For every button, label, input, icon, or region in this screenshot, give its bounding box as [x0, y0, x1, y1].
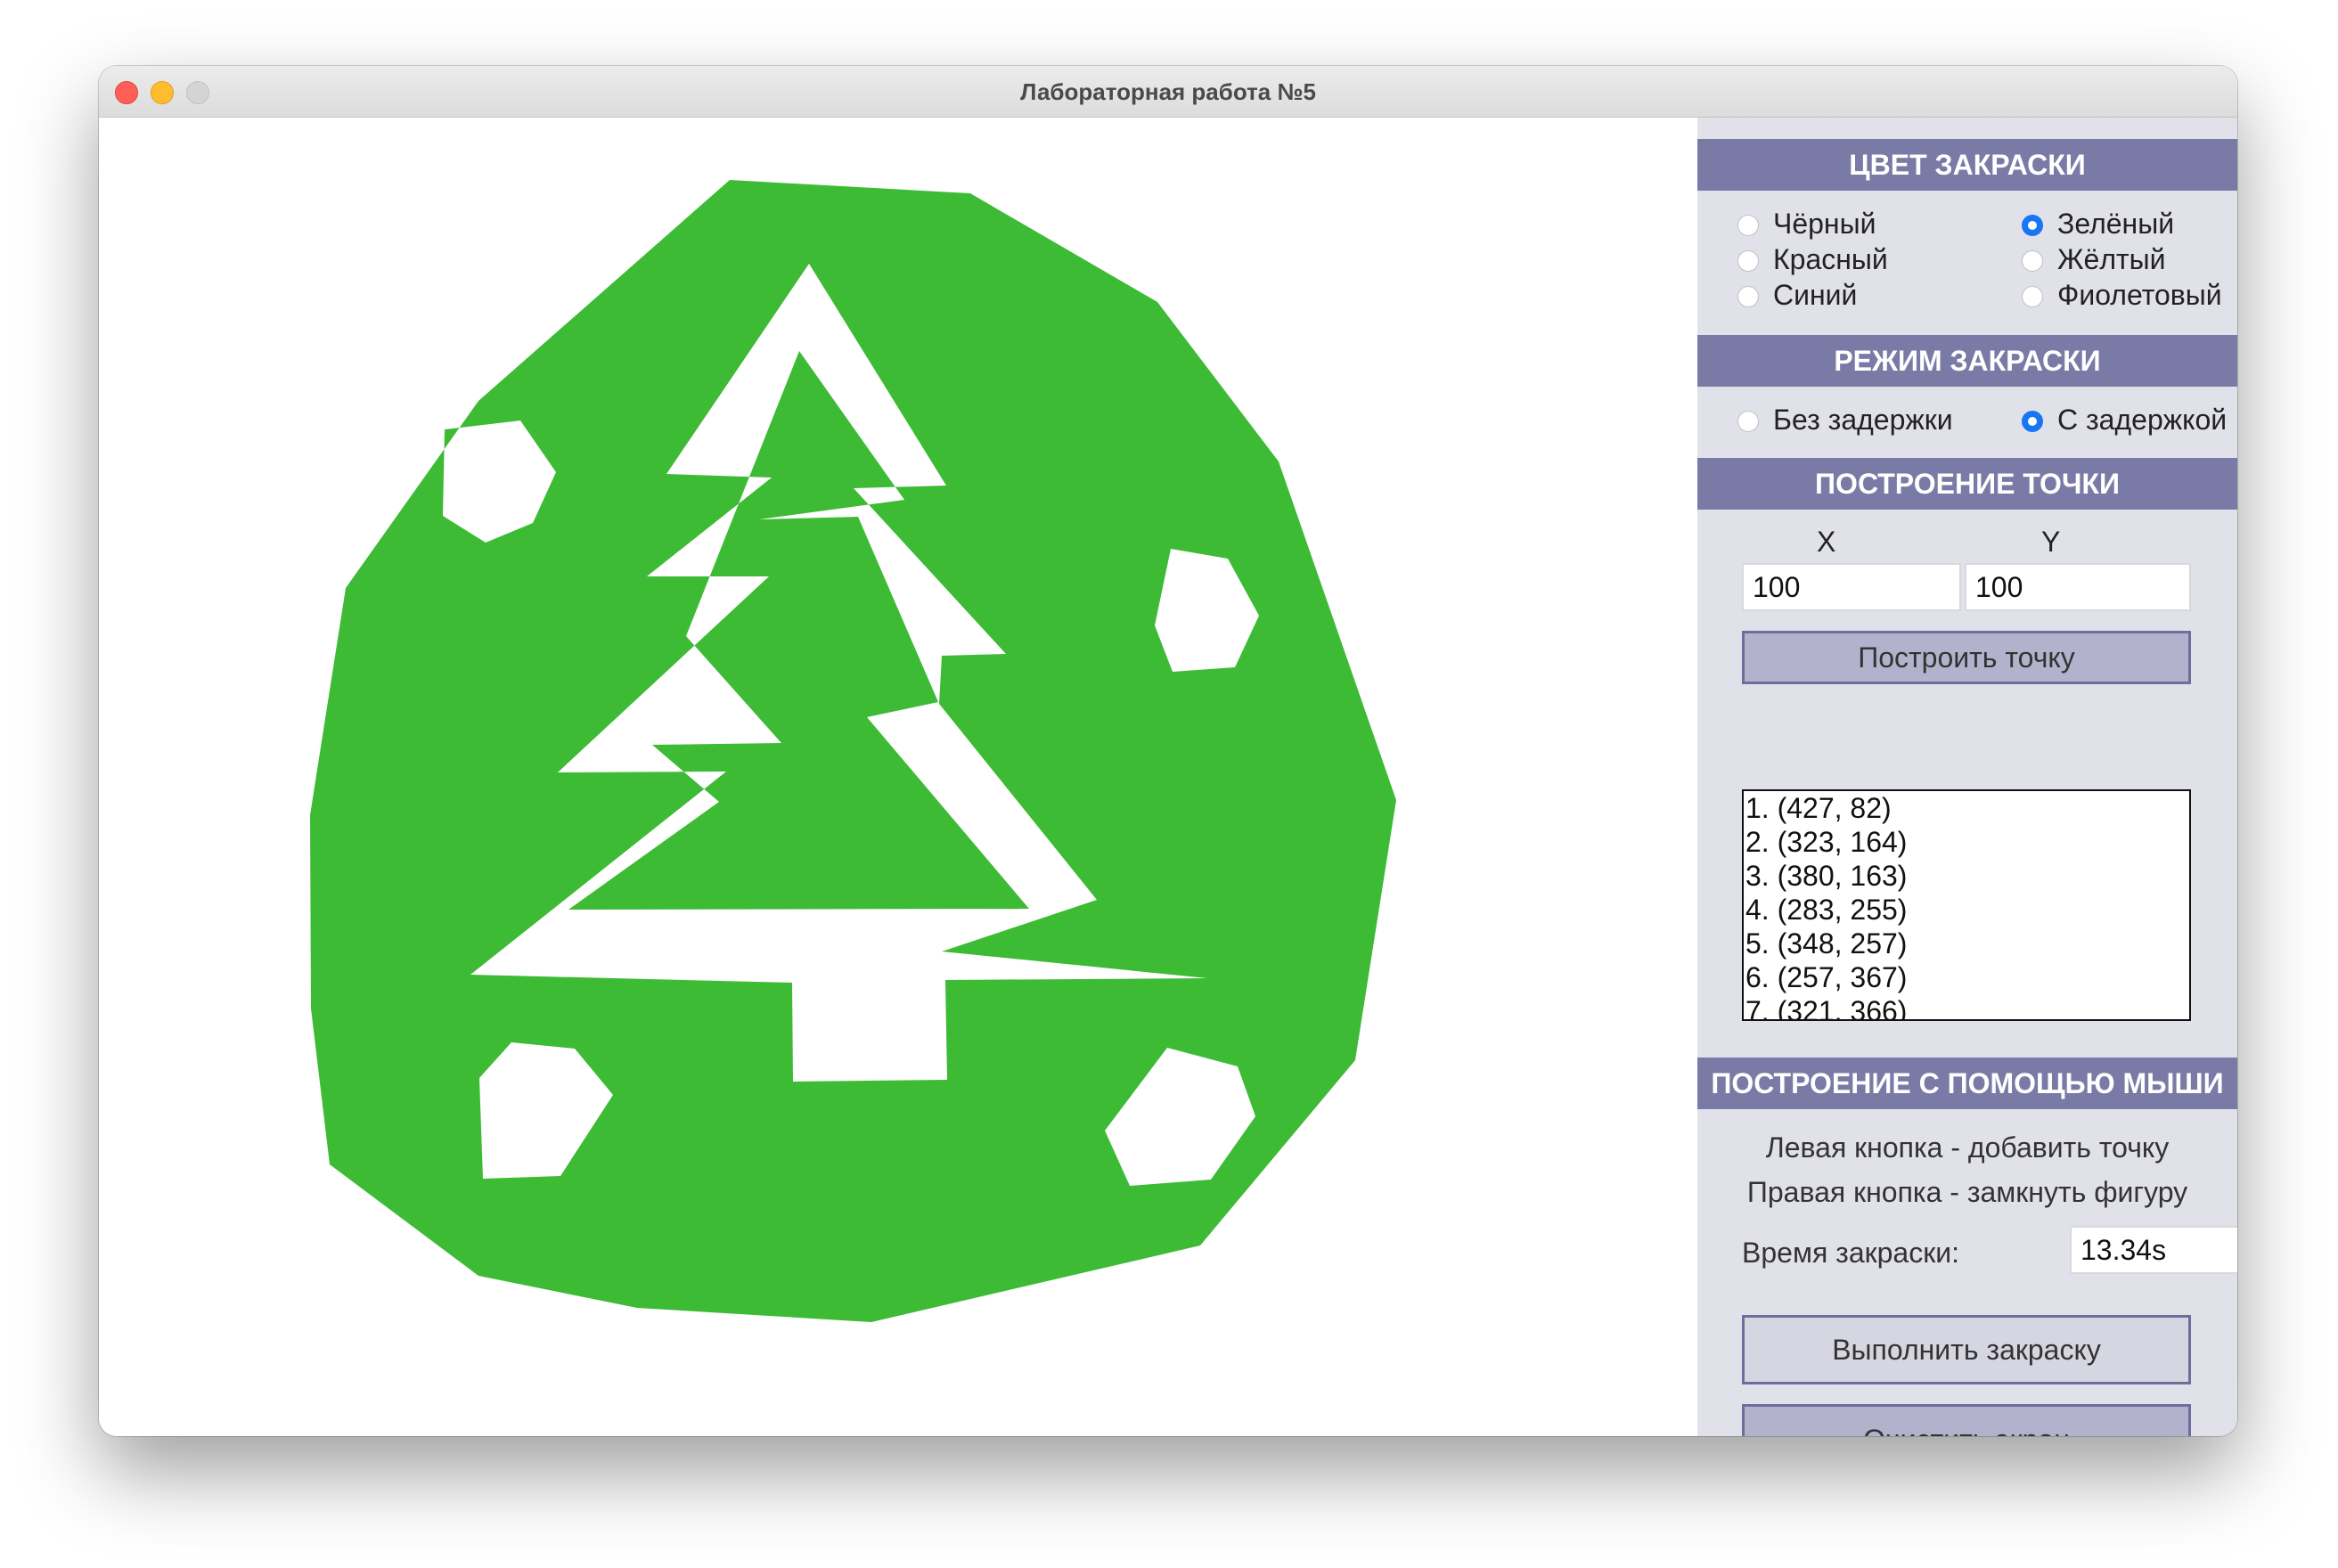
build-point-button[interactable]: Построить точку — [1742, 631, 2191, 684]
fill-color-header: ЦВЕТ ЗАКРАСКИ — [1697, 139, 2237, 191]
x-label: X — [1817, 526, 1836, 558]
point-build-header: ПОСТРОЕНИЕ ТОЧКИ — [1697, 458, 2237, 510]
list-item[interactable]: 6. (257, 367) — [1745, 960, 2189, 994]
radio-button[interactable] — [2022, 411, 2043, 432]
radio-button[interactable] — [2022, 215, 2043, 236]
list-item[interactable]: 5. (348, 257) — [1745, 927, 2189, 960]
title-bar: Лабораторная работа №5 — [99, 66, 2237, 118]
window-title: Лабораторная работа №5 — [1020, 78, 1316, 105]
run-fill-button[interactable]: Выполнить закраску — [1742, 1315, 2191, 1384]
points-list[interactable]: 1. (427, 82) 2. (323, 164) 3. (380, 163)… — [1742, 789, 2191, 1021]
y-input[interactable]: 100 — [1965, 563, 2191, 611]
radio-button[interactable] — [2022, 250, 2043, 272]
filled-figure — [310, 180, 1396, 1322]
clear-screen-button[interactable]: Очистить экран — [1742, 1404, 2191, 1436]
radio-label: Синий — [1773, 279, 1858, 311]
list-item[interactable]: 3. (380, 163) — [1745, 859, 2189, 893]
fill-time-label: Время закраски: — [1742, 1237, 1959, 1269]
filled-polygon — [310, 180, 1396, 1322]
radio-button[interactable] — [1737, 411, 1759, 432]
mouse-build-header: ПОСТРОЕНИЕ С ПОМОЩЬЮ МЫШИ — [1697, 1058, 2237, 1109]
drawing-canvas[interactable] — [99, 118, 1697, 1436]
radio-button[interactable] — [1737, 215, 1759, 236]
hint-right-button: Правая кнопка - замкнуть фигуру — [1746, 1176, 2188, 1208]
radio-button[interactable] — [1737, 286, 1759, 307]
radio-label: Зелёный — [2057, 208, 2175, 240]
list-item[interactable]: 1. (427, 82) — [1745, 791, 2189, 825]
list-item[interactable]: 2. (323, 164) — [1745, 825, 2189, 859]
y-label: Y — [2041, 526, 2061, 558]
app-window: Лабораторная работа №5 ЦВЕТ ЗАКРАСКИ Чёр… — [99, 66, 2237, 1436]
x-input[interactable]: 100 — [1742, 563, 1961, 611]
radio-label: Красный — [1773, 243, 1888, 275]
radio-button[interactable] — [2022, 286, 2043, 307]
list-item[interactable]: 4. (283, 255) — [1745, 893, 2189, 927]
radio-label: С задержкой — [2057, 404, 2228, 436]
list-item[interactable]: 7. (321, 366) — [1745, 994, 2189, 1019]
radio-label: Без задержки — [1773, 404, 1953, 436]
radio-label: Чёрный — [1773, 208, 1876, 240]
radio-label: Жёлтый — [2057, 243, 2166, 275]
radio-label: Фиолетовый — [2057, 279, 2222, 311]
hint-left-button: Левая кнопка - добавить точку — [1765, 1131, 2170, 1164]
fill-mode-header: РЕЖИМ ЗАКРАСКИ — [1697, 335, 2237, 387]
fill-time-field: 13.34s — [2070, 1226, 2237, 1274]
control-panel: ЦВЕТ ЗАКРАСКИ Чёрный Зелёный Красный Жёл… — [1697, 118, 2237, 1436]
radio-button[interactable] — [1737, 250, 1759, 272]
